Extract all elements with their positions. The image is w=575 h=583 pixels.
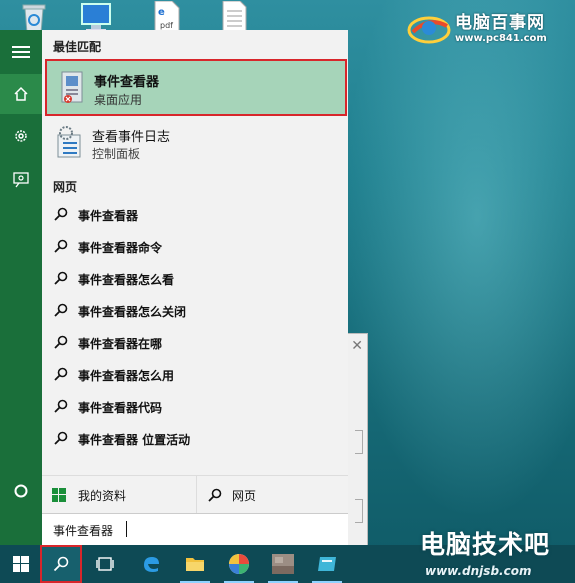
search-input-value: 事件查看器 bbox=[53, 524, 114, 538]
start-rail bbox=[0, 30, 42, 545]
result-title: 查看事件日志 bbox=[92, 130, 171, 145]
web-result-item[interactable]: 事件查看器 位置活动 bbox=[42, 423, 348, 453]
watermark-title: 电脑百事网 bbox=[455, 13, 545, 33]
start-search-panel: 最佳匹配 事件查看器 桌面应用 查看事件日志 控制面板 网页 事件查看器 事件查… bbox=[42, 30, 348, 545]
photo-thumbnail-icon bbox=[272, 554, 294, 574]
web-result-text: 事件查看器命令 bbox=[78, 241, 163, 255]
search-icon bbox=[53, 556, 69, 572]
web-result-item[interactable]: 事件查看器命令 bbox=[42, 231, 348, 261]
event-viewer-icon bbox=[61, 71, 83, 103]
search-icon bbox=[54, 367, 68, 381]
task-view-icon bbox=[96, 557, 114, 571]
folder-icon bbox=[186, 558, 204, 571]
start-button[interactable] bbox=[0, 545, 42, 583]
web-search-label: 网页 bbox=[232, 489, 257, 503]
app-window-icon bbox=[318, 557, 336, 571]
pinwheel-app-icon bbox=[229, 554, 249, 574]
feedback-button[interactable] bbox=[0, 160, 42, 200]
search-icon bbox=[54, 271, 68, 285]
file-explorer-button[interactable] bbox=[174, 545, 216, 583]
search-input[interactable]: 事件查看器 bbox=[42, 513, 348, 545]
settings-gear-icon bbox=[15, 130, 27, 142]
web-result-item[interactable]: 事件查看器在哪 bbox=[42, 327, 348, 357]
svg-text:pdf: pdf bbox=[160, 21, 173, 30]
web-section-label: 网页 bbox=[53, 180, 78, 194]
web-result-text: 事件查看器代码 bbox=[78, 401, 163, 415]
control-panel-log-icon bbox=[57, 126, 81, 158]
color-app-button[interactable] bbox=[218, 545, 260, 583]
watermark-url: www.dnjsb.com bbox=[425, 564, 532, 578]
web-result-item[interactable]: 事件查看器 bbox=[42, 199, 348, 229]
web-result-text: 事件查看器 bbox=[78, 209, 139, 223]
edge-icon bbox=[144, 557, 159, 572]
best-match-title: 事件查看器 bbox=[94, 75, 160, 90]
search-scope-bar: 我的资料 网页 bbox=[42, 475, 348, 514]
search-icon bbox=[54, 303, 68, 317]
web-result-item[interactable]: 事件查看器代码 bbox=[42, 391, 348, 421]
result-subtitle: 控制面板 bbox=[92, 147, 141, 161]
window-app-button[interactable] bbox=[306, 545, 348, 583]
settings-button[interactable] bbox=[0, 116, 42, 156]
home-icon bbox=[14, 86, 28, 101]
best-match-subtitle: 桌面应用 bbox=[94, 93, 143, 107]
windows-logo-icon bbox=[52, 488, 66, 502]
web-result-text: 事件查看器怎么看 bbox=[78, 273, 175, 287]
web-result-text: 事件查看器怎么用 bbox=[78, 369, 175, 383]
taskbar-search-button[interactable] bbox=[40, 545, 82, 583]
cortana-circle-icon bbox=[14, 484, 28, 498]
result-view-event-logs[interactable]: 查看事件日志 控制面板 bbox=[45, 120, 347, 165]
best-match-label: 最佳匹配 bbox=[53, 40, 102, 54]
web-result-item[interactable]: 事件查看器怎么关闭 bbox=[42, 295, 348, 325]
dialog-control-edge bbox=[355, 499, 363, 523]
text-caret bbox=[126, 521, 127, 537]
my-stuff-label: 我的资料 bbox=[78, 489, 127, 503]
search-icon bbox=[208, 488, 222, 502]
web-result-text: 事件查看器怎么关闭 bbox=[78, 305, 187, 319]
web-search-button[interactable]: 网页 bbox=[198, 476, 348, 514]
search-icon bbox=[54, 431, 68, 445]
web-result-item[interactable]: 事件查看器怎么用 bbox=[42, 359, 348, 389]
pc841-logo-icon bbox=[407, 16, 451, 44]
search-icon bbox=[54, 399, 68, 413]
watermark-title: 电脑技术吧 bbox=[420, 530, 551, 559]
best-match-item-event-viewer[interactable]: 事件查看器 桌面应用 bbox=[45, 59, 347, 116]
close-icon[interactable]: ✕ bbox=[351, 338, 363, 354]
user-feedback-icon bbox=[13, 172, 29, 188]
task-view-button[interactable] bbox=[84, 545, 126, 583]
hamburger-menu-button[interactable] bbox=[0, 32, 42, 72]
windows-logo-icon bbox=[13, 556, 29, 572]
search-icon bbox=[54, 239, 68, 253]
svg-text:e: e bbox=[158, 7, 165, 18]
photo-app-button[interactable] bbox=[262, 545, 304, 583]
web-result-text: 事件查看器 位置活动 bbox=[78, 433, 191, 447]
web-result-item[interactable]: 事件查看器怎么看 bbox=[42, 263, 348, 293]
my-stuff-button[interactable]: 我的资料 bbox=[42, 476, 197, 514]
search-icon bbox=[54, 335, 68, 349]
cortana-button[interactable] bbox=[0, 471, 42, 511]
watermark-url: www.pc841.com bbox=[455, 33, 547, 44]
watermark-logo-top: 电脑百事网 www.pc841.com bbox=[405, 5, 570, 47]
search-icon bbox=[54, 207, 68, 221]
watermark-logo-bottom: 电脑技术吧 www.dnjsb.com bbox=[415, 523, 575, 583]
edge-browser-button[interactable] bbox=[130, 545, 172, 583]
home-button[interactable] bbox=[0, 74, 42, 114]
dialog-control-edge bbox=[355, 430, 363, 454]
web-result-text: 事件查看器在哪 bbox=[78, 337, 163, 351]
hamburger-icon bbox=[12, 46, 30, 58]
